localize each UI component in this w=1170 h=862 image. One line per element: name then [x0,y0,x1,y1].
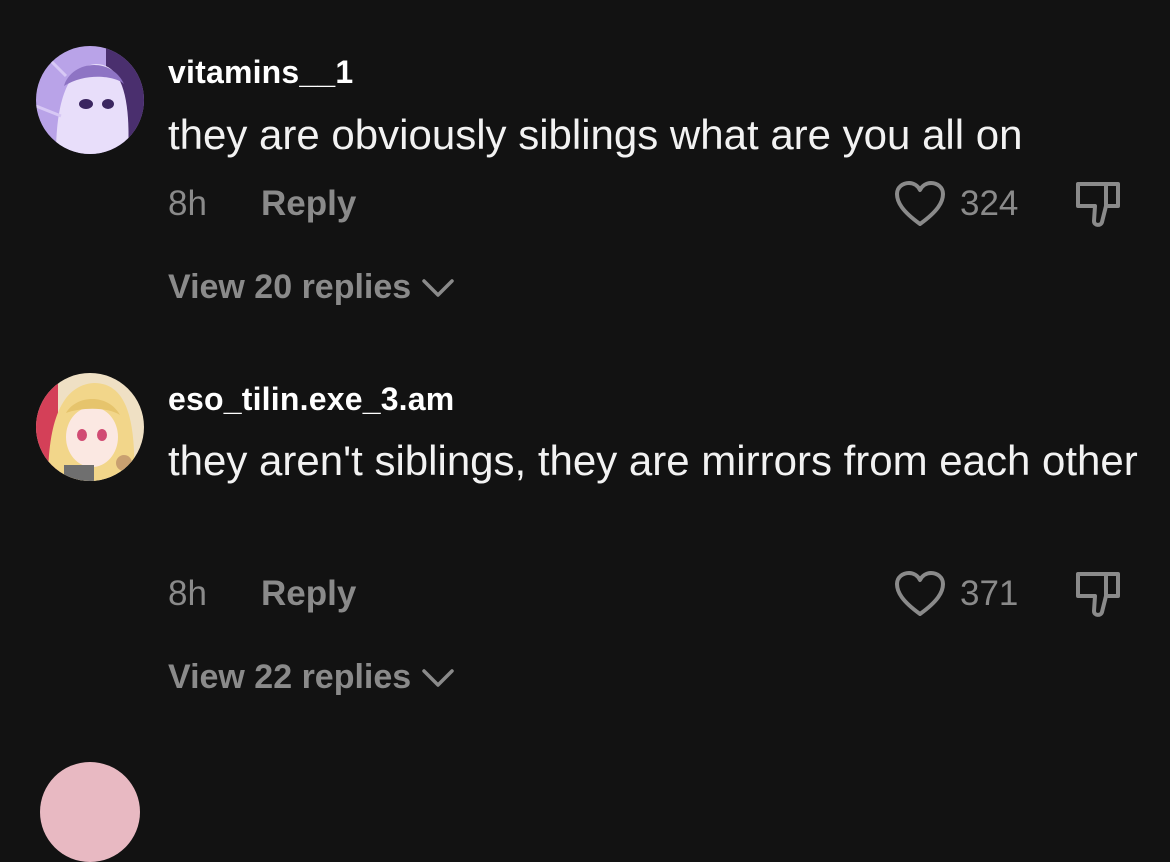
like-count: 324 [960,184,1019,223]
reply-button[interactable]: Reply [261,184,356,224]
avatar[interactable] [36,373,144,481]
comment-text: they aren't siblings, they are mirrors f… [168,437,1138,484]
avatar[interactable] [36,46,144,154]
comment-text: they are obviously siblings what are you… [168,111,1023,158]
comment-time: 8h [168,184,207,223]
chevron-down-icon [422,278,454,297]
view-replies-label: View 20 replies [168,268,412,306]
view-replies-button[interactable]: View 22 replies [168,658,455,697]
thumbs-down-icon[interactable] [1072,178,1124,230]
username[interactable]: vitamins__1 [168,54,353,91]
chevron-down-icon [422,668,454,687]
username[interactable]: eso_tilin.exe_3.am [168,381,454,418]
view-replies-button[interactable]: View 20 replies [168,268,455,307]
reply-button[interactable]: Reply [261,574,356,614]
view-replies-label: View 22 replies [168,658,412,696]
thumbs-down-icon[interactable] [1072,568,1124,620]
comment-time: 8h [168,574,207,613]
heart-outline-icon[interactable] [894,180,946,228]
heart-outline-icon[interactable] [894,570,946,618]
avatar[interactable] [40,762,140,862]
like-count: 371 [960,574,1019,613]
